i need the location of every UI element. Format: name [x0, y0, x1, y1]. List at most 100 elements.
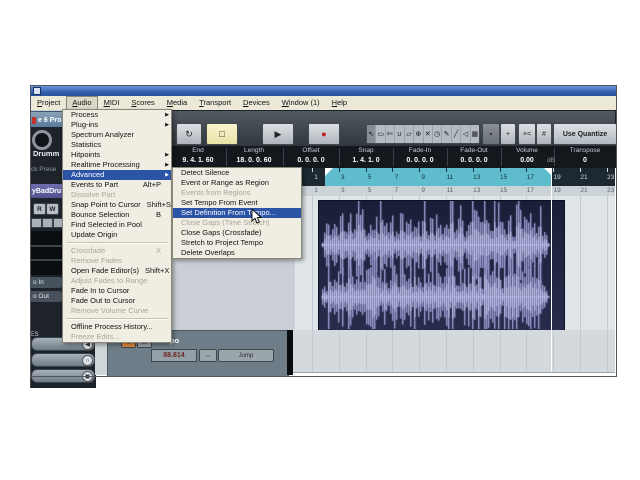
menubar-item-audio[interactable]: Audio	[66, 96, 97, 110]
monitor-icon[interactable]: ∩	[82, 355, 93, 366]
menu-item-process[interactable]: Process▶	[63, 110, 171, 120]
lane-bar-number: 11	[447, 187, 454, 194]
infoline-value-length[interactable]: 18. 0. 0. 60	[236, 157, 271, 164]
line-tool[interactable]: ╱	[452, 125, 461, 143]
menu-item-find-selected-in-pool[interactable]: Find Selected in Pool	[63, 220, 171, 230]
write-automation-button[interactable]: W	[46, 203, 59, 215]
infoline-label-offset: Offset	[302, 147, 319, 154]
submenu-arrow-icon: ▶	[165, 110, 169, 120]
audio-event[interactable]	[318, 200, 565, 332]
ruler-bar-number: 9	[421, 174, 425, 181]
menu-item-adjust-fades-to-range: Adjust Fades to Range	[63, 276, 171, 286]
infoline-value-fade-in[interactable]: 0. 0. 0. 0	[406, 157, 433, 164]
object-selection-tool[interactable]: ↖	[367, 125, 376, 143]
inspector-mini-button-1[interactable]	[31, 218, 42, 228]
inspector-slider-3[interactable]: ▣	[31, 369, 95, 383]
menu-item-realtime-processing[interactable]: Realtime Processing▶	[63, 160, 171, 170]
menubar-item-devices[interactable]: Devices	[237, 96, 276, 110]
menubar-item-help[interactable]: Help	[326, 96, 353, 110]
lane-bar-number: 5	[368, 187, 372, 194]
time-warp-tool[interactable]: ◷	[433, 125, 442, 143]
menu-item-close-gaps-time-stretch: Close Gaps (Time Stretch)	[173, 218, 301, 228]
record-button[interactable]: ●	[308, 123, 340, 145]
menu-item-hitpoints[interactable]: Hitpoints▶	[63, 150, 171, 160]
project-cursor[interactable]	[551, 168, 552, 372]
menubar-item-media[interactable]: Media	[161, 96, 193, 110]
cycle-button[interactable]: ↻	[176, 123, 202, 145]
infoline-value-snap[interactable]: 1. 4. 1. 0	[352, 157, 379, 164]
menu-item-snap-point-to-cursor[interactable]: Snap Point to CursorShift+S	[63, 200, 171, 210]
menubar-item-project[interactable]: Project	[31, 96, 66, 110]
tempo-lane[interactable]	[293, 330, 615, 373]
cube-icon[interactable]: ▣	[82, 371, 93, 382]
menu-item-advanced[interactable]: Advanced▶	[63, 170, 171, 180]
stop-button[interactable]: □	[206, 123, 238, 145]
infoline-value-transpose[interactable]: 0	[583, 157, 587, 164]
menubar-item-transport[interactable]: Transport	[193, 96, 237, 110]
menu-item-open-fade-editor-s[interactable]: Open Fade Editor(s)Shift+X	[63, 266, 171, 276]
mute-tool[interactable]: ✕	[424, 125, 433, 143]
menu-item-plug-ins[interactable]: Plug-ins▶	[63, 120, 171, 130]
infoline-value-end[interactable]: 9. 4. 1. 60	[182, 157, 213, 164]
inspector-mini-button-2[interactable]	[42, 218, 53, 228]
menubar-item-window-1[interactable]: Window (1)	[276, 96, 326, 110]
snap-cross-button[interactable]: +	[500, 123, 516, 145]
split-tool[interactable]: ✄	[386, 125, 395, 143]
color-icon: ▦	[472, 130, 479, 138]
submenu-arrow-icon: ▶	[165, 160, 169, 170]
zoom-tool[interactable]: ⊕	[414, 125, 423, 143]
play-button[interactable]: ▶	[262, 123, 294, 145]
infoline-value-offset[interactable]: 0. 0. 0. 0	[297, 157, 324, 164]
menu-item-spectrum-analyzer[interactable]: Spectrum Analyzer	[63, 130, 171, 140]
menubar-item-midi[interactable]: MIDI	[98, 96, 126, 110]
tempo-value[interactable]: 88.614	[151, 349, 197, 362]
tempo-range-icon[interactable]: ↔	[199, 349, 217, 362]
grid-type-button[interactable]: #	[536, 123, 552, 145]
ruler-tick	[473, 168, 474, 172]
snap-type-button[interactable]: ×<	[518, 123, 536, 145]
inspector-selected-item[interactable]: yBadDru	[30, 184, 66, 198]
grid-line	[553, 330, 554, 372]
use-quantize-button[interactable]: Use Quantize	[553, 123, 617, 145]
scrub-tool[interactable]: ◁	[461, 125, 470, 143]
locator-range[interactable]	[325, 168, 552, 186]
ruler-tick	[312, 168, 313, 172]
range-selection-icon: ▭	[377, 130, 384, 138]
read-automation-button[interactable]: R	[33, 203, 46, 215]
audio-input-routing[interactable]: o In	[30, 277, 64, 288]
app-icon	[33, 87, 41, 95]
tool-strip: ↖▭✄∪▱⊕✕◷✎╱◁▦	[366, 124, 480, 144]
glue-tool[interactable]: ∪	[395, 125, 404, 143]
inspector-slider-2[interactable]: ∩	[31, 353, 95, 367]
color-tool[interactable]: ▦	[471, 125, 479, 143]
menu-item-stretch-to-project-tempo[interactable]: Stretch to Project Tempo	[173, 238, 301, 248]
menu-item-fade-in-to-cursor[interactable]: Fade In to Cursor	[63, 286, 171, 296]
left-locator-icon[interactable]	[325, 168, 333, 176]
erase-tool[interactable]: ▱	[405, 125, 414, 143]
draw-tool[interactable]: ✎	[442, 125, 451, 143]
track-preset-label[interactable]: ck Prese	[31, 166, 56, 173]
audio-output-routing[interactable]: o Out	[30, 291, 64, 302]
infoline-value-volume[interactable]: 0.00	[520, 157, 534, 164]
ruler-tick	[392, 168, 393, 172]
menu-item-events-to-part[interactable]: Events to PartAlt+P	[63, 180, 171, 190]
menubar-item-scores[interactable]: Scores	[125, 96, 160, 110]
menu-item-update-origin[interactable]: Update Origin	[63, 230, 171, 240]
infoline-label-length: Length	[244, 147, 264, 154]
menu-item-set-tempo-from-event[interactable]: Set Tempo From Event	[173, 198, 301, 208]
menu-item-delete-overlaps[interactable]: Delete Overlaps	[173, 248, 301, 258]
tempo-jump-button[interactable]: Jump	[218, 349, 274, 362]
menu-item-statistics[interactable]: Statistics	[63, 140, 171, 150]
erase-icon: ▱	[406, 130, 411, 138]
menu-item-event-or-range-as-region[interactable]: Event or Range as Region	[173, 178, 301, 188]
menu-item-bounce-selection[interactable]: Bounce SelectionB	[63, 210, 171, 220]
infoline-value-fade-out[interactable]: 0. 0. 0. 0	[460, 157, 487, 164]
menu-item-set-definition-from-tempo[interactable]: Set Definition From Tempo...	[173, 208, 301, 218]
menu-item-detect-silence[interactable]: Detect Silence	[173, 168, 301, 178]
menu-item-fade-out-to-cursor[interactable]: Fade Out to Cursor	[63, 296, 171, 306]
ruler-bar-number: 13	[473, 174, 480, 181]
range-selection-tool[interactable]: ▭	[376, 125, 385, 143]
menu-item-offline-process-history[interactable]: Offline Process History...	[63, 322, 171, 332]
inspector-knob[interactable]	[32, 130, 52, 150]
menu-item-close-gaps-crossfade[interactable]: Close Gaps (Crossfade)	[173, 228, 301, 238]
